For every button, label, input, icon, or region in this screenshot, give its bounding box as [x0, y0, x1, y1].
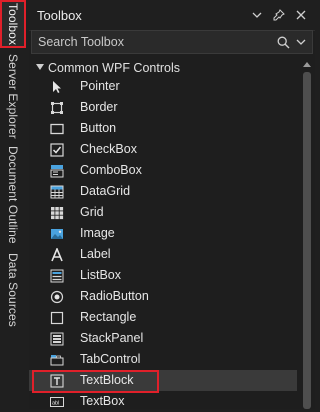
toolbox-item-button[interactable]: Button	[29, 118, 297, 139]
toolbox-item-label: StackPanel	[80, 331, 144, 345]
toolbox-item-label: Pointer	[80, 79, 120, 93]
toolbox-item-stackpanel[interactable]: StackPanel	[29, 328, 297, 349]
toolbox-item-rectangle[interactable]: Rectangle	[29, 307, 297, 328]
toolbox-item-label: TextBlock	[80, 373, 134, 387]
toolbox-item-label: ComboBox	[80, 163, 142, 177]
toolbox-item-checkbox[interactable]: CheckBox	[29, 139, 297, 160]
pin-icon[interactable]	[269, 5, 289, 25]
panel-title: Toolbox	[37, 7, 82, 23]
toolbox-item-textblock[interactable]: TextBlock	[29, 370, 297, 391]
radiobutton-icon	[49, 289, 64, 304]
search-options-chevron-icon[interactable]	[292, 31, 310, 53]
toolbox-item-label: ListBox	[80, 268, 121, 282]
toolbox-item-label: DataGrid	[80, 184, 131, 198]
toolbox-item-datagrid[interactable]: DataGrid	[29, 181, 297, 202]
panel-titlebar: Toolbox	[29, 0, 315, 31]
toolbox-item-label: Image	[80, 226, 115, 240]
image-icon	[49, 226, 64, 241]
toolbox-item-tabcontrol[interactable]: TabControl	[29, 349, 297, 370]
scrollbar-thumb[interactable]	[303, 72, 311, 409]
side-tab-server-explorer-label: Server Explorer	[6, 53, 20, 139]
toolbox-item-label: TextBox	[80, 394, 125, 408]
search-icon[interactable]	[274, 31, 292, 53]
toolbox-item-label: Rectangle	[80, 310, 137, 324]
toolbox-panel: Toolbox Common WPF Controls	[29, 0, 315, 409]
toolbox-item-radiobutton[interactable]: RadioButton	[29, 286, 297, 307]
toolbox-item-grid[interactable]: Grid	[29, 202, 297, 223]
collapse-arrow-icon[interactable]	[36, 63, 46, 73]
side-tab-toolbox[interactable]: Toolbox	[0, 0, 26, 48]
toolbox-item-label: Grid	[80, 205, 104, 219]
toolbox-item-pointer[interactable]: Pointer	[29, 76, 297, 97]
toolbox-item-border[interactable]: Border	[29, 97, 297, 118]
window-position-dropdown-icon[interactable]	[247, 5, 267, 25]
side-tab-document-outline-label: Document Outline	[6, 146, 20, 244]
label-icon	[49, 247, 64, 262]
textbox-icon: abl	[49, 394, 64, 409]
checkbox-icon	[49, 142, 64, 157]
listbox-icon	[49, 268, 64, 283]
side-tab-server-explorer[interactable]: Server Explorer	[0, 53, 26, 139]
toolbox-item-combobox[interactable]: ComboBox	[29, 160, 297, 181]
toolbox-item-label: Button	[80, 121, 117, 135]
tabcontrol-icon	[49, 352, 64, 367]
vertical-scrollbar[interactable]	[299, 56, 315, 409]
textblock-icon	[49, 373, 64, 388]
group-label: Common WPF Controls	[48, 61, 180, 75]
search-toolbox-box	[31, 30, 313, 54]
side-tab-toolbox-label: Toolbox	[6, 2, 20, 46]
search-input[interactable]	[32, 31, 274, 53]
toolbox-item-label: Border	[80, 100, 118, 114]
toolbox-list: Common WPF Controls Pointer Border Butto…	[29, 56, 297, 409]
toolbox-item-label: RadioButton	[80, 289, 149, 303]
toolbox-item-listbox[interactable]: ListBox	[29, 265, 297, 286]
side-tab-strip: Toolbox Server Explorer Document Outline…	[0, 0, 26, 409]
side-tab-data-sources[interactable]: Data Sources	[0, 252, 26, 328]
toolbox-item-label[interactable]: Label	[29, 244, 297, 265]
svg-text:abl: abl	[52, 400, 59, 406]
side-tab-data-sources-label: Data Sources	[6, 253, 20, 327]
pointer-icon	[49, 79, 64, 94]
border-icon	[49, 100, 64, 115]
toolbox-item-image[interactable]: Image	[29, 223, 297, 244]
toolbox-item-label: Label	[80, 247, 111, 261]
scroll-up-arrow-icon[interactable]	[299, 58, 315, 70]
group-header-common-wpf-controls[interactable]: Common WPF Controls	[29, 58, 297, 78]
side-tab-document-outline[interactable]: Document Outline	[0, 143, 26, 247]
toolbox-item-label: CheckBox	[80, 142, 137, 156]
grid-icon	[49, 205, 64, 220]
datagrid-icon	[49, 184, 64, 199]
combobox-icon	[49, 163, 64, 178]
button-icon	[49, 121, 64, 136]
toolbox-item-label: TabControl	[80, 352, 141, 366]
close-icon[interactable]	[291, 5, 311, 25]
rectangle-icon	[49, 310, 64, 325]
stackpanel-icon	[49, 331, 64, 346]
